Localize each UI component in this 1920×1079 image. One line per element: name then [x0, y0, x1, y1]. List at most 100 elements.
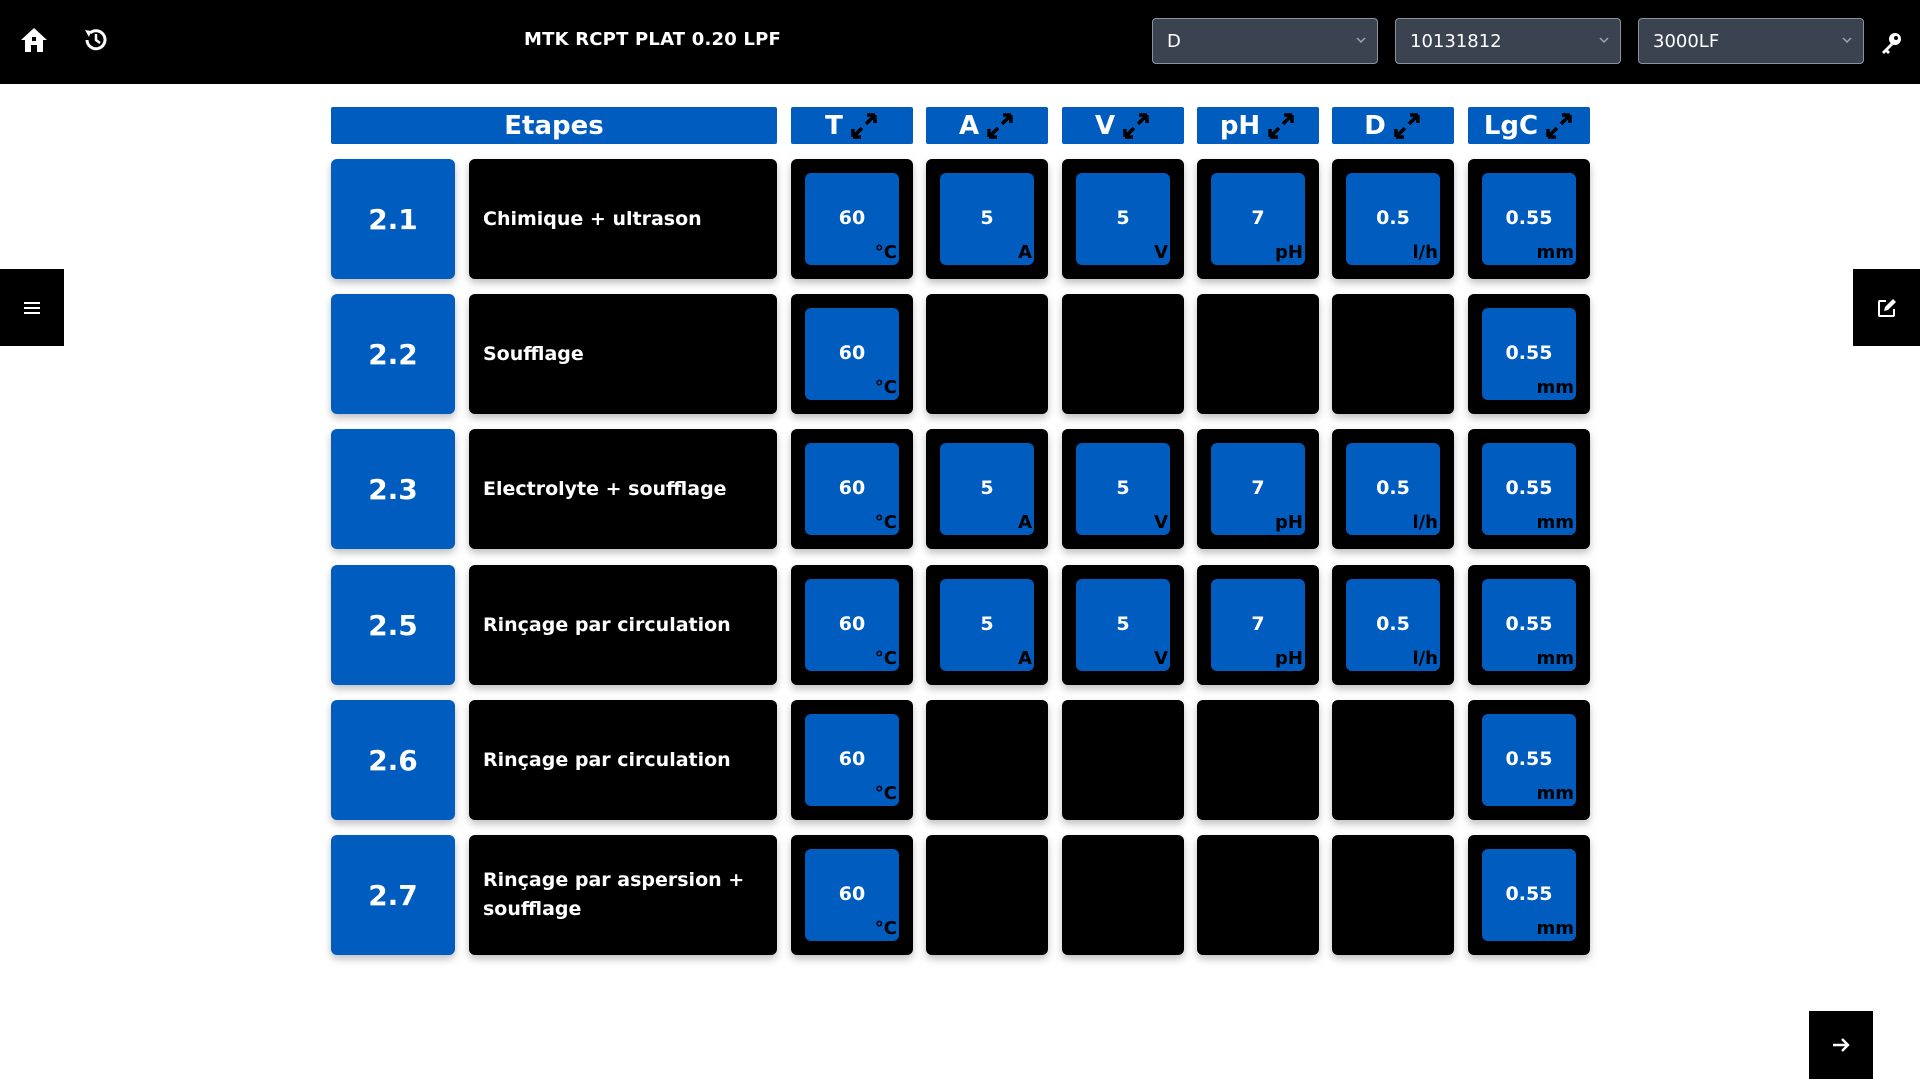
param-value-box[interactable]: 5V	[1076, 443, 1170, 535]
param-value-box[interactable]: 60 °C	[805, 443, 899, 535]
step-number[interactable]: 2.2	[331, 294, 455, 414]
select-3[interactable]: 3000LF	[1638, 18, 1864, 64]
param-cell-d: 0.5 l/h	[1332, 159, 1454, 279]
param-unit: mm	[1536, 918, 1574, 939]
step-number[interactable]: 2.5	[331, 565, 455, 685]
param-value-box[interactable]: 5V	[1076, 173, 1170, 265]
param-cell-v[interactable]	[1062, 700, 1184, 820]
param-value-box[interactable]: 0.5 l/h	[1346, 443, 1440, 535]
param-cell-d[interactable]	[1332, 835, 1454, 955]
chevron-down-icon	[1356, 37, 1366, 44]
param-cell-v: 5V	[1062, 159, 1184, 279]
param-value-box[interactable]: 60 °C	[805, 173, 899, 265]
select-2[interactable]: 10131812	[1395, 18, 1621, 64]
param-value-box[interactable]: 5A	[940, 579, 1034, 671]
expand-icon[interactable]	[1392, 111, 1422, 141]
param-cell-a[interactable]	[926, 294, 1048, 414]
param-value: 7	[1251, 477, 1265, 499]
param-unit: A	[1018, 648, 1032, 669]
param-cell-v[interactable]	[1062, 835, 1184, 955]
param-unit: mm	[1536, 648, 1574, 669]
param-value: 0.5	[1376, 613, 1410, 635]
param-cell-a[interactable]	[926, 835, 1048, 955]
expand-icon[interactable]	[1544, 111, 1574, 141]
param-unit: pH	[1275, 242, 1303, 263]
param-value-box[interactable]: 0.5 l/h	[1346, 173, 1440, 265]
param-value-box[interactable]: 5V	[1076, 579, 1170, 671]
param-value-box[interactable]: 7 pH	[1211, 579, 1305, 671]
param-value-box[interactable]: 7 pH	[1211, 443, 1305, 535]
param-value: 0.55	[1505, 883, 1553, 905]
param-value: 5	[1116, 207, 1130, 229]
param-value-box[interactable]: 60 °C	[805, 849, 899, 941]
param-value: 5	[980, 613, 994, 635]
param-value-box[interactable]: 60 °C	[805, 579, 899, 671]
edit-button[interactable]	[1853, 269, 1920, 346]
expand-icon[interactable]	[985, 111, 1015, 141]
param-cell-lgc: 0.55 mm	[1468, 159, 1590, 279]
column-header-lgc[interactable]: LgC	[1468, 107, 1590, 144]
column-header-t[interactable]: T	[791, 107, 913, 144]
key-icon[interactable]	[1876, 28, 1906, 58]
param-value: 60	[838, 748, 866, 770]
arrow-right-icon	[1833, 1038, 1850, 1052]
step-name[interactable]: Rinçage par circulation	[469, 565, 777, 685]
step-name[interactable]: Rinçage par aspersion + soufflage	[469, 835, 777, 955]
param-unit: V	[1154, 512, 1168, 533]
column-header-label: V	[1094, 110, 1116, 141]
chevron-down-icon	[1842, 37, 1852, 44]
param-value-box[interactable]: 0.55 mm	[1482, 579, 1576, 671]
step-name[interactable]: Electrolyte + soufflage	[469, 429, 777, 549]
step-name[interactable]: Rinçage par circulation	[469, 700, 777, 820]
param-value-box[interactable]: 0.55 mm	[1482, 714, 1576, 806]
param-unit: °C	[874, 242, 897, 263]
history-icon[interactable]	[78, 22, 114, 58]
param-unit: V	[1154, 242, 1168, 263]
step-number[interactable]: 2.7	[331, 835, 455, 955]
param-value-box[interactable]: 0.5 l/h	[1346, 579, 1440, 671]
param-value-box[interactable]: 5A	[940, 443, 1034, 535]
param-value-box[interactable]: 7 pH	[1211, 173, 1305, 265]
expand-icon[interactable]	[1121, 111, 1151, 141]
param-value-box[interactable]: 0.55 mm	[1482, 443, 1576, 535]
param-value-box[interactable]: 60 °C	[805, 308, 899, 400]
param-unit: °C	[874, 648, 897, 669]
param-cell-d[interactable]	[1332, 294, 1454, 414]
param-value-box[interactable]: 0.55 mm	[1482, 849, 1576, 941]
param-cell-t: 60 °C	[791, 294, 913, 414]
column-header-ph[interactable]: pH	[1197, 107, 1319, 144]
column-header-v[interactable]: V	[1062, 107, 1184, 144]
param-value-box[interactable]: 0.55 mm	[1482, 308, 1576, 400]
step-number[interactable]: 2.3	[331, 429, 455, 549]
param-value: 5	[980, 477, 994, 499]
step-name[interactable]: Soufflage	[469, 294, 777, 414]
param-cell-v[interactable]	[1062, 294, 1184, 414]
param-cell-ph[interactable]	[1197, 294, 1319, 414]
param-unit: °C	[874, 783, 897, 804]
select-3-value: 3000LF	[1653, 30, 1720, 52]
param-cell-a[interactable]	[926, 700, 1048, 820]
param-value-box[interactable]: 60 °C	[805, 714, 899, 806]
param-cell-lgc: 0.55 mm	[1468, 835, 1590, 955]
menu-button[interactable]	[0, 269, 64, 346]
next-button[interactable]	[1809, 1011, 1873, 1079]
param-value: 60	[838, 883, 866, 905]
param-cell-d[interactable]	[1332, 700, 1454, 820]
param-value-box[interactable]: 0.55 mm	[1482, 173, 1576, 265]
chevron-down-icon	[1599, 37, 1609, 44]
step-number[interactable]: 2.6	[331, 700, 455, 820]
home-icon[interactable]	[16, 22, 52, 58]
select-1[interactable]: D	[1152, 18, 1378, 64]
column-header-a[interactable]: A	[926, 107, 1048, 144]
param-value-box[interactable]: 5A	[940, 173, 1034, 265]
expand-icon[interactable]	[1266, 111, 1296, 141]
step-number[interactable]: 2.1	[331, 159, 455, 279]
step-name[interactable]: Chimique + ultrason	[469, 159, 777, 279]
param-cell-ph[interactable]	[1197, 700, 1319, 820]
param-cell-t: 60 °C	[791, 565, 913, 685]
expand-icon[interactable]	[849, 111, 879, 141]
column-header-d[interactable]: D	[1332, 107, 1454, 144]
param-unit: mm	[1536, 783, 1574, 804]
column-header-label: D	[1364, 110, 1386, 141]
param-cell-ph[interactable]	[1197, 835, 1319, 955]
